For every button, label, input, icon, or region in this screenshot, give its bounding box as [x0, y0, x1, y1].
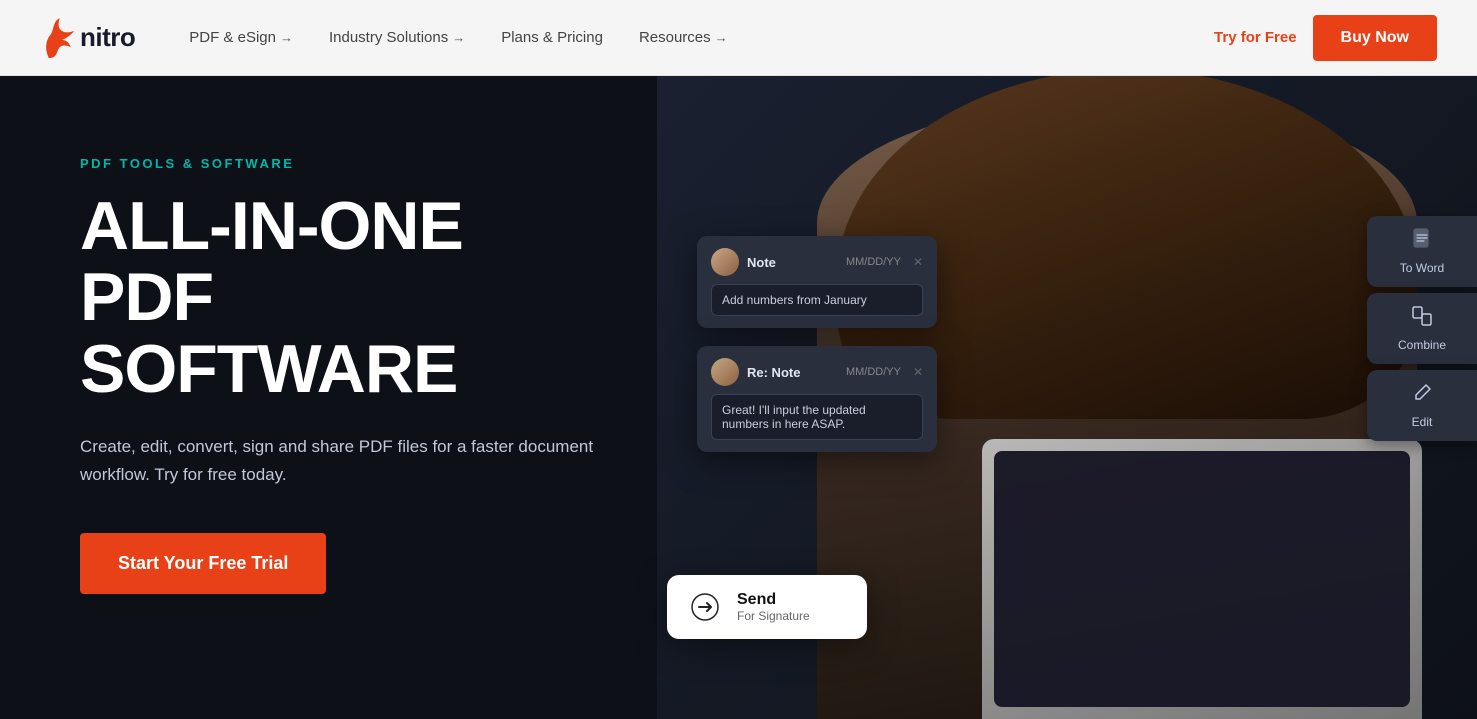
logo[interactable]: nitro [40, 18, 135, 58]
laptop-screen [994, 451, 1410, 707]
resources-arrow: → [715, 30, 728, 45]
nav-item-pdf-esign[interactable]: PDF & eSign → [175, 21, 307, 54]
hero-content: PDF TOOLS & SOFTWARE ALL-IN-ONE PDF SOFT… [0, 76, 680, 719]
nav-item-resources[interactable]: Resources → [625, 21, 742, 54]
hero-cta-button[interactable]: Start Your Free Trial [80, 533, 326, 594]
hero-title: ALL-IN-ONE PDF SOFTWARE [80, 191, 600, 405]
hero-bg-shape [657, 76, 1477, 719]
nav-right: Try for Free Buy Now [1214, 15, 1437, 61]
person-hair [837, 76, 1417, 419]
hero-visual: Note MM/DD/YY ✕ Add numbers from January… [680, 76, 1477, 719]
logo-text: nitro [80, 22, 135, 53]
hero-title-line1: ALL-IN-ONE PDF [80, 188, 463, 335]
laptop [982, 439, 1422, 719]
nav-item-industry-solutions[interactable]: Industry Solutions → [315, 21, 479, 54]
pdf-esign-arrow: → [280, 30, 293, 45]
nav-links: PDF & eSign → Industry Solutions → Plans… [175, 21, 1214, 54]
hero-title-line2: SOFTWARE [80, 331, 457, 407]
navbar: nitro PDF & eSign → Industry Solutions →… [0, 0, 1477, 76]
hero-eyebrow: PDF TOOLS & SOFTWARE [80, 156, 600, 171]
nav-item-plans-pricing[interactable]: Plans & Pricing [487, 21, 617, 54]
hero-section: PDF TOOLS & SOFTWARE ALL-IN-ONE PDF SOFT… [0, 76, 1477, 719]
buy-now-button[interactable]: Buy Now [1313, 15, 1437, 61]
hero-description: Create, edit, convert, sign and share PD… [80, 433, 600, 489]
logo-icon [40, 18, 76, 58]
try-free-link[interactable]: Try for Free [1214, 29, 1297, 46]
industry-solutions-arrow: → [452, 30, 465, 45]
